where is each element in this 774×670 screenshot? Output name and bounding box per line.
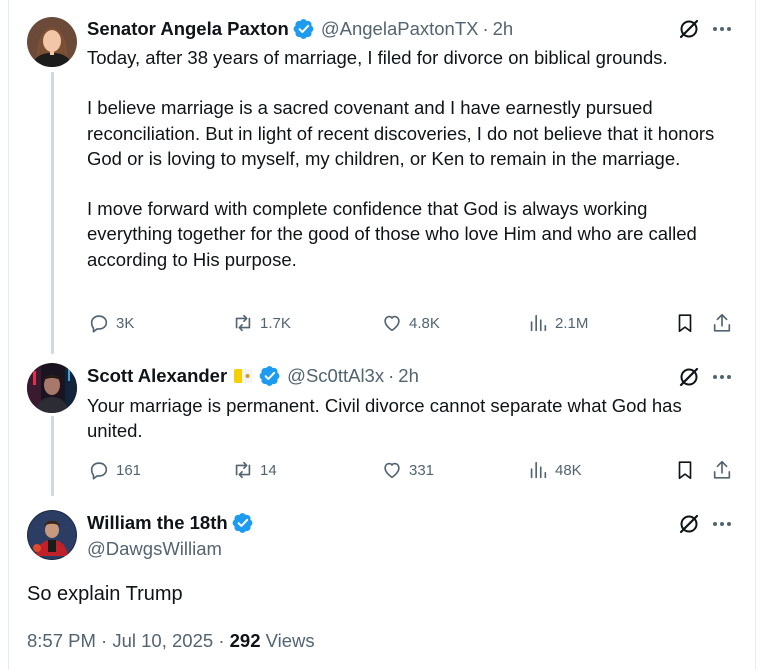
user-handle[interactable]: @AngelaPaxtonTX: [321, 18, 479, 40]
reply-icon: [88, 312, 110, 334]
bookmark-icon: [674, 459, 696, 481]
views-icon: [527, 459, 549, 481]
repost-icon: [232, 459, 254, 481]
views-icon: [527, 312, 549, 334]
display-name[interactable]: William the 18th: [87, 512, 228, 534]
more-icon[interactable]: [710, 365, 734, 389]
more-icon[interactable]: [710, 512, 734, 536]
like-button[interactable]: 4.8K: [381, 312, 440, 334]
like-icon: [381, 312, 403, 334]
grok-icon[interactable]: [677, 512, 701, 536]
like-count: 331: [409, 461, 435, 479]
views-count: 292: [229, 630, 261, 651]
bookmark-icon: [674, 312, 696, 334]
reply-button[interactable]: 161: [88, 459, 141, 481]
share-button[interactable]: [711, 312, 733, 334]
repost-count: 1.7K: [260, 314, 291, 332]
user-handle-row: @DawgsWilliam: [87, 538, 222, 560]
bookmark-button[interactable]: [674, 312, 696, 334]
repost-count: 14: [260, 461, 277, 479]
verified-badge-icon[interactable]: [293, 18, 315, 40]
thread-line: [51, 72, 54, 354]
separator-dot: ·: [101, 630, 108, 651]
tweet-meta: 8:57 PM · Jul 10, 2025 · 292 Views: [27, 630, 315, 652]
share-icon: [711, 459, 733, 481]
avatar[interactable]: [27, 363, 77, 413]
thread-line: [51, 416, 54, 496]
tweet-text: Today, after 38 years of marriage, I fil…: [87, 47, 715, 270]
tweet-text: Your marriage is permanent. Civil divorc…: [87, 395, 682, 442]
tweet-header: Scott Alexander @Sc0ttAl3x · 2h: [87, 365, 419, 387]
views-count: 48K: [555, 461, 582, 479]
views-button[interactable]: 2.1M: [527, 312, 588, 334]
more-icon[interactable]: [710, 17, 734, 41]
tweet-text: So explain Trump: [27, 583, 183, 605]
views-button[interactable]: 48K: [527, 459, 582, 481]
repost-icon: [232, 312, 254, 334]
user-handle[interactable]: @Sc0ttAl3x: [287, 365, 384, 387]
tweet-time[interactable]: 2h: [398, 365, 419, 387]
display-name[interactable]: Senator Angela Paxton: [87, 18, 289, 40]
verified-badge-icon[interactable]: [232, 512, 254, 534]
grok-icon[interactable]: [677, 365, 701, 389]
grok-icon[interactable]: [677, 17, 701, 41]
like-button[interactable]: 331: [381, 459, 434, 481]
user-handle[interactable]: @DawgsWilliam: [87, 538, 222, 560]
tweet-date[interactable]: Jul 10, 2025: [112, 630, 213, 651]
display-name[interactable]: Scott Alexander: [87, 365, 227, 387]
avatar[interactable]: [27, 17, 77, 67]
reply-icon: [88, 459, 110, 481]
avatar[interactable]: [27, 510, 77, 560]
separator-dot: ·: [388, 365, 395, 386]
vatican-flag-icon: [233, 366, 253, 386]
views-label: Views: [265, 630, 315, 651]
tweet-header: Senator Angela Paxton @AngelaPaxtonTX · …: [87, 18, 513, 40]
repost-button[interactable]: 1.7K: [232, 312, 291, 334]
tweet-time[interactable]: 2h: [493, 18, 514, 40]
tweet-header: William the 18th: [87, 512, 254, 534]
reply-count: 161: [116, 461, 142, 479]
separator-dot: ·: [482, 18, 489, 39]
like-icon: [381, 459, 403, 481]
share-icon: [711, 312, 733, 334]
views-count: 2.1M: [555, 314, 589, 332]
share-button[interactable]: [711, 459, 733, 481]
repost-button[interactable]: 14: [232, 459, 277, 481]
bookmark-button[interactable]: [674, 459, 696, 481]
tweet-time[interactable]: 8:57 PM: [27, 630, 96, 651]
reply-count: 3K: [116, 314, 135, 332]
like-count: 4.8K: [409, 314, 440, 332]
separator-dot: ·: [218, 630, 225, 651]
reply-button[interactable]: 3K: [88, 312, 134, 334]
verified-badge-icon[interactable]: [259, 365, 281, 387]
